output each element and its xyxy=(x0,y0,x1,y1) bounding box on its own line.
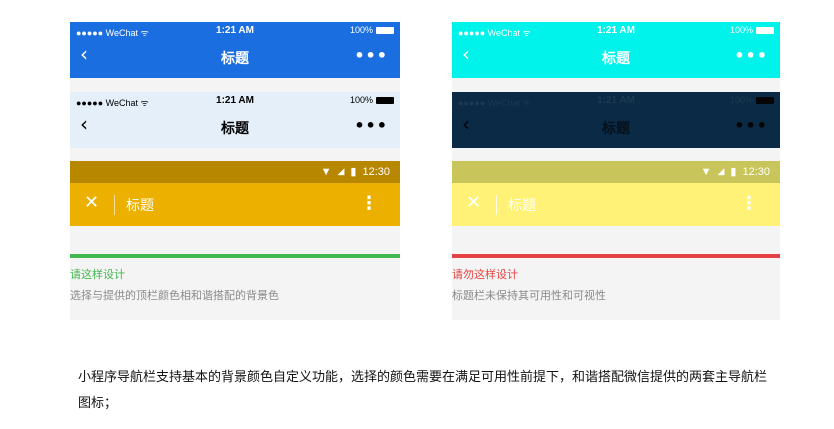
back-icon[interactable]: ‹ xyxy=(80,44,88,64)
bad-example-panel: ●●●●● WeChat ᯤ 1:21 AM 100% ‹ 标题 ••• ●●●… xyxy=(452,22,780,320)
battery-icon xyxy=(376,96,394,104)
carrier-label: ●●●●● WeChat ᯤ xyxy=(76,28,149,38)
bad-indicator-line xyxy=(452,254,780,258)
bad-nav-bar-cyan: ●●●●● WeChat ᯤ 1:21 AM 100% ‹ 标题 ••• xyxy=(452,22,780,78)
android-action-bar: ✕ 标题 ⋮ xyxy=(70,183,400,226)
signal-icon: ◢ xyxy=(337,166,345,176)
battery-indicator: 100% xyxy=(350,95,394,105)
back-icon[interactable]: ‹ xyxy=(80,114,88,134)
battery-icon xyxy=(756,26,774,34)
more-icon[interactable]: ••• xyxy=(734,116,768,135)
battery-icon xyxy=(376,26,394,34)
good-example-panel: ●●●●● WeChat ᯤ 1:21 AM 100% ‹ 标题 ••• ●●●… xyxy=(70,22,400,320)
good-indicator-line xyxy=(70,254,400,258)
more-icon[interactable]: ••• xyxy=(734,46,768,65)
good-nav-bar-light: ●●●●● WeChat ᯤ 1:21 AM 100% ‹ 标题 ••• xyxy=(70,92,400,148)
nav-title: 标题 xyxy=(602,121,630,137)
good-caption: 选择与提供的顶栏颜色相和谐搭配的背景色 xyxy=(70,289,279,302)
bad-android-bar: ▼ ◢ ▮ 12:30 ✕ 标题 ⋮ xyxy=(452,161,780,226)
nav-title: 标题 xyxy=(221,121,249,137)
bad-nav-bar-dark: ●●●●● WeChat ᯤ 1:21 AM 100% ‹ 标题 ••• xyxy=(452,92,780,148)
status-time: 1:21 AM xyxy=(597,95,635,106)
divider xyxy=(496,195,497,215)
carrier-label: ●●●●● WeChat ᯤ xyxy=(458,98,531,108)
status-time: 1:21 AM xyxy=(216,25,254,36)
more-icon[interactable]: ⋮ xyxy=(360,192,378,216)
back-icon[interactable]: ‹ xyxy=(462,44,470,64)
status-time: 1:21 AM xyxy=(597,25,635,36)
good-nav-bar-blue: ●●●●● WeChat ᯤ 1:21 AM 100% ‹ 标题 ••• xyxy=(70,22,400,78)
close-icon[interactable]: ✕ xyxy=(466,193,481,213)
android-status-bar: ▼ ◢ ▮ 12:30 xyxy=(452,161,780,183)
battery-indicator: 100% xyxy=(350,25,394,35)
status-time: 12:30 xyxy=(742,165,770,178)
battery-icon: ▮ xyxy=(730,166,737,178)
status-time: 1:21 AM xyxy=(216,95,254,106)
close-icon[interactable]: ✕ xyxy=(84,193,99,213)
nav-title: 标题 xyxy=(508,198,536,214)
carrier-label: ●●●●● WeChat ᯤ xyxy=(76,98,149,108)
bad-label: 请勿这样设计 xyxy=(452,268,518,281)
back-icon[interactable]: ‹ xyxy=(462,114,470,134)
nav-title: 标题 xyxy=(126,198,154,214)
good-android-bar: ▼ ◢ ▮ 12:30 ✕ 标题 ⋮ xyxy=(70,161,400,226)
carrier-label: ●●●●● WeChat ᯤ xyxy=(458,28,531,38)
good-label: 请这样设计 xyxy=(70,268,125,281)
nav-title: 标题 xyxy=(602,51,630,67)
android-action-bar: ✕ 标题 ⋮ xyxy=(452,183,780,226)
description-text: 小程序导航栏支持基本的背景颜色自定义功能，选择的颜色需要在满足可用性前提下，和谐… xyxy=(78,370,768,411)
wifi-icon: ▼ xyxy=(700,165,712,178)
android-status-bar: ▼ ◢ ▮ 12:30 xyxy=(70,161,400,183)
status-time: 12:30 xyxy=(362,165,390,178)
battery-indicator: 100% xyxy=(730,95,774,105)
wifi-icon: ▼ xyxy=(320,165,332,178)
nav-title: 标题 xyxy=(221,51,249,67)
more-icon[interactable]: ••• xyxy=(354,116,388,135)
bad-caption: 标题栏未保持其可用性和可视性 xyxy=(452,289,606,302)
battery-icon xyxy=(756,96,774,104)
more-icon[interactable]: ••• xyxy=(354,46,388,65)
divider xyxy=(114,195,115,215)
battery-icon: ▮ xyxy=(350,166,357,178)
battery-indicator: 100% xyxy=(730,25,774,35)
more-icon[interactable]: ⋮ xyxy=(740,192,758,216)
signal-icon: ◢ xyxy=(717,166,725,176)
